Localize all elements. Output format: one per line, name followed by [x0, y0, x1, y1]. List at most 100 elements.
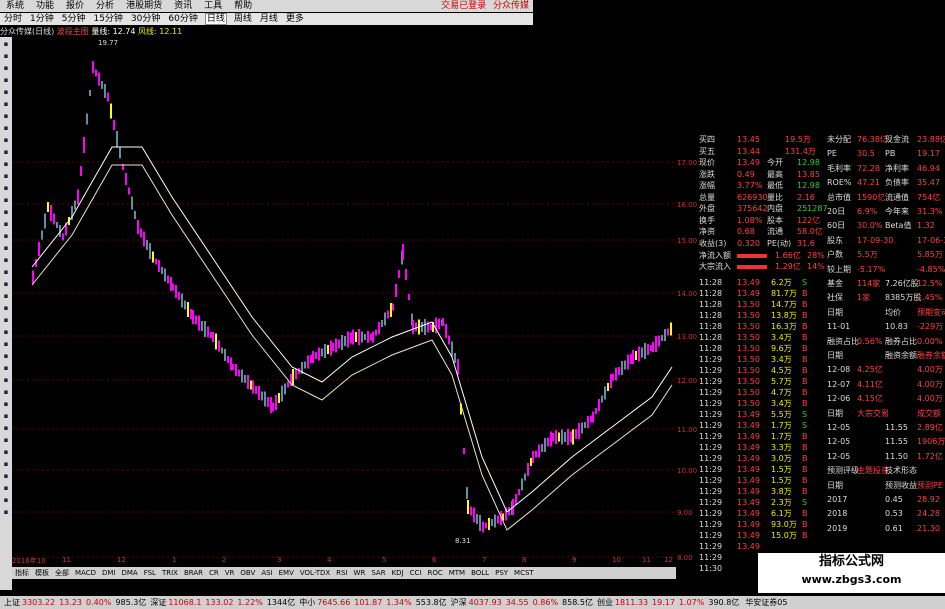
tool-icon[interactable]: ▪	[1, 220, 11, 229]
indicator-tab[interactable]: DMA	[121, 569, 137, 577]
indicator-tab[interactable]: VR	[225, 569, 235, 577]
tool-icon[interactable]: ▪	[1, 232, 11, 241]
quote-value: 0.68	[737, 227, 755, 236]
period-tab[interactable]: 日线	[204, 13, 227, 25]
indicator-tab[interactable]: TRIX	[162, 569, 178, 577]
tool-icon[interactable]: ▪	[1, 256, 11, 265]
index-name[interactable]: 沪深	[451, 598, 467, 607]
period-tab[interactable]: 月线	[259, 14, 279, 24]
period-tab[interactable]: 15分钟	[92, 14, 123, 24]
tool-icon[interactable]: ▪	[1, 292, 11, 301]
tool-icon[interactable]: ▪	[1, 280, 11, 289]
menu-item[interactable]: 工具	[204, 1, 222, 11]
tool-icon[interactable]: ▪	[1, 412, 11, 421]
menu-item[interactable]: 帮助	[234, 1, 252, 11]
index-name[interactable]: 中小	[299, 598, 315, 607]
indicator-tab[interactable]: 指标	[15, 569, 29, 577]
candle	[143, 231, 145, 247]
indicator-tab[interactable]: PSY	[495, 569, 508, 577]
menu-item[interactable]: 港股期货	[126, 1, 162, 11]
tool-icon[interactable]: ▪	[1, 124, 11, 133]
tick-time: 11:30	[699, 564, 723, 573]
index-name[interactable]: 深证	[150, 598, 166, 607]
tool-icon[interactable]: ▪	[1, 244, 11, 253]
tool-icon[interactable]: ▪	[1, 148, 11, 157]
tool-icon[interactable]: ▪	[1, 364, 11, 373]
period-tab[interactable]: 30分钟	[130, 14, 161, 24]
indicator-tab[interactable]: KDJ	[392, 569, 404, 577]
tool-icon[interactable]: ▪	[1, 484, 11, 493]
indicator-tab[interactable]: MACD	[75, 569, 96, 577]
period-tab[interactable]: 周线	[233, 14, 253, 24]
indicator-tab[interactable]: MTM	[449, 569, 465, 577]
indicator-tab[interactable]: VOL-TDX	[300, 569, 330, 577]
tool-icon[interactable]: ▪	[1, 496, 11, 505]
tool-icon[interactable]: ▪	[1, 160, 11, 169]
tick-direction: S	[802, 278, 808, 287]
indicator-tab[interactable]: 模板	[35, 569, 49, 577]
tool-icon[interactable]: ▪	[1, 40, 11, 49]
menu-item[interactable]: 分析	[96, 1, 114, 11]
tool-icon[interactable]: ▪	[1, 340, 11, 349]
tool-icon[interactable]: ▪	[1, 508, 11, 517]
tool-icon[interactable]: ▪	[1, 448, 11, 457]
tool-icon[interactable]: ▪	[1, 76, 11, 85]
period-tab[interactable]: 60分钟	[167, 14, 198, 24]
tool-icon[interactable]: ▪	[1, 472, 11, 481]
period-tab[interactable]: 1分钟	[29, 14, 55, 24]
candle	[155, 258, 157, 265]
tool-icon[interactable]: ▪	[1, 436, 11, 445]
tool-icon[interactable]: ▪	[1, 388, 11, 397]
tool-icon[interactable]: ▪	[1, 268, 11, 277]
tool-icon[interactable]: ▪	[1, 352, 11, 361]
fin-cell: 流通值	[885, 192, 909, 202]
tool-icon[interactable]: ▪	[1, 64, 11, 73]
tool-icon[interactable]: ▪	[1, 460, 11, 469]
tool-icon[interactable]: ▪	[1, 400, 11, 409]
tool-icon[interactable]: ▪	[1, 304, 11, 313]
indicator-tab[interactable]: DMI	[102, 569, 116, 577]
menu-item[interactable]: 资讯	[174, 1, 192, 11]
tool-icon[interactable]: ▪	[1, 316, 11, 325]
menu-item[interactable]: 系统	[6, 1, 24, 11]
tool-icon[interactable]: ▪	[1, 172, 11, 181]
indicator-tab[interactable]: SAR	[371, 569, 385, 577]
indicator-tab[interactable]: CR	[209, 569, 219, 577]
period-tab[interactable]: 更多	[285, 14, 305, 24]
tool-icon[interactable]: ▪	[1, 52, 11, 61]
index-name[interactable]: 上证	[4, 598, 20, 607]
index-name[interactable]: 创业	[597, 598, 613, 607]
tool-icon[interactable]: ▪	[1, 112, 11, 121]
indicator-tab[interactable]: BOLL	[471, 569, 489, 577]
fin-cell: 12-05	[827, 437, 851, 447]
tool-icon[interactable]: ▪	[1, 328, 11, 337]
period-tab[interactable]: 分时	[3, 14, 23, 24]
tool-icon[interactable]: ▪	[1, 88, 11, 97]
tool-icon[interactable]: ▪	[1, 136, 11, 145]
menu-item[interactable]: 报价	[66, 1, 84, 11]
tool-icon[interactable]: ▪	[1, 184, 11, 193]
indicator-tab[interactable]: EMV	[279, 569, 294, 577]
tick-volume: 13.8万	[771, 311, 797, 320]
tool-icon[interactable]: ▪	[1, 208, 11, 217]
indicator-name[interactable]: 波段主图	[57, 27, 89, 36]
indicator-tab[interactable]: WR	[354, 569, 366, 577]
indicator-tab[interactable]: ROC	[427, 569, 442, 577]
candle	[218, 340, 220, 352]
tool-icon[interactable]: ▪	[1, 376, 11, 385]
indicator-tab[interactable]: MCST	[514, 569, 534, 577]
tool-icon[interactable]: ▪	[1, 100, 11, 109]
indicator-tab[interactable]: ASI	[261, 569, 272, 577]
tool-icon[interactable]: ▪	[1, 424, 11, 433]
indicator-tab[interactable]: 全部	[55, 569, 69, 577]
indicator-tab[interactable]: FSL	[144, 569, 156, 577]
indicator-tab[interactable]: CCI	[410, 569, 422, 577]
period-tab[interactable]: 5分钟	[61, 14, 87, 24]
tool-icon[interactable]: ▪	[1, 196, 11, 205]
indicator-tab[interactable]: RSI	[336, 569, 347, 577]
indicator-tab[interactable]: OBV	[240, 569, 255, 577]
kline-chart[interactable]: 19.77 8.31	[12, 37, 676, 567]
trade-status[interactable]: 交易已登录	[441, 1, 486, 11]
menu-item[interactable]: 功能	[36, 1, 54, 11]
indicator-tab[interactable]: BRAR	[184, 569, 203, 577]
